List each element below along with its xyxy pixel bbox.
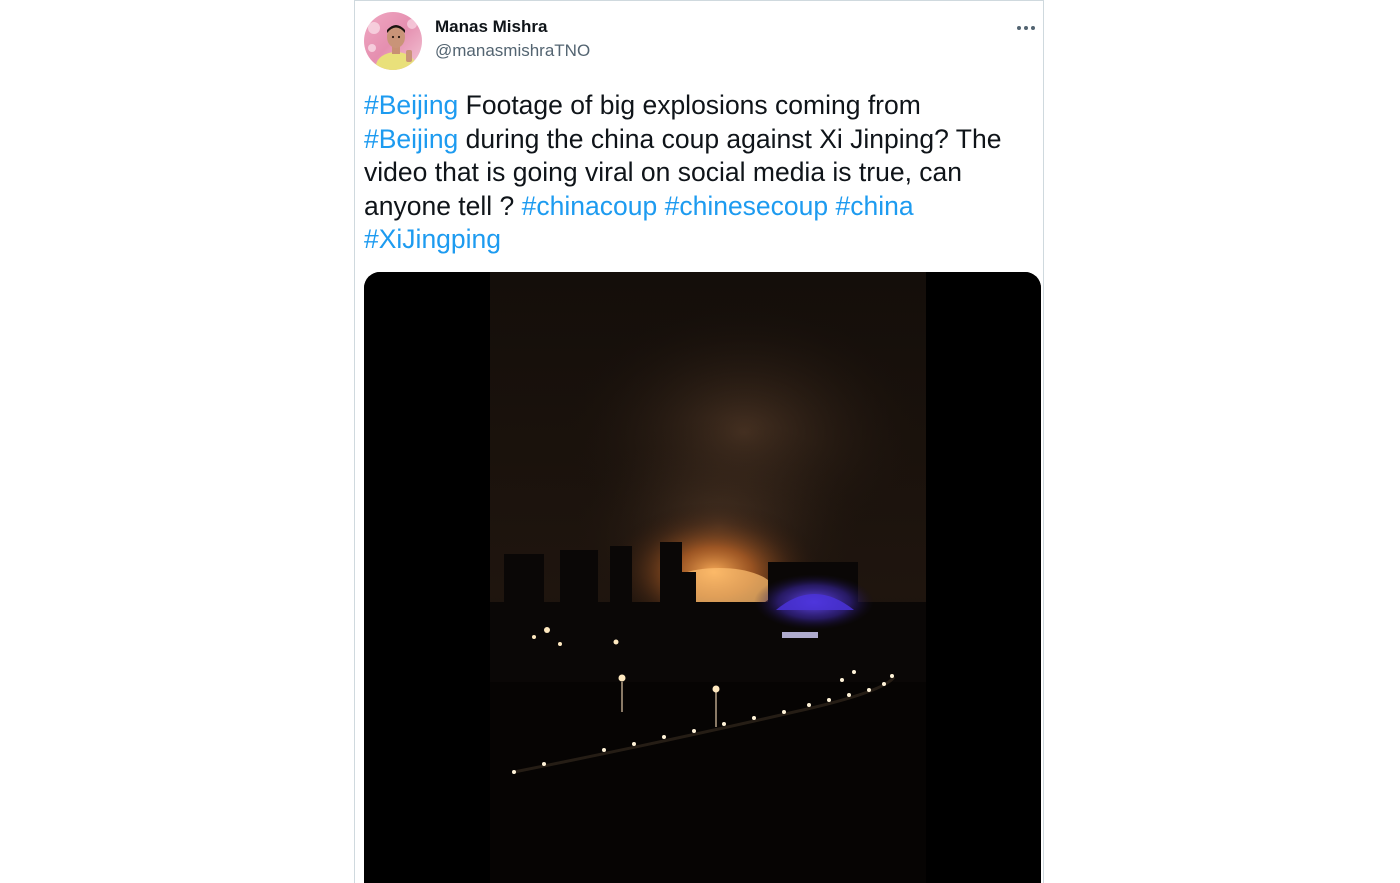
more-horizontal-icon bbox=[1017, 26, 1035, 30]
tweet-text-line: #Beijing Footage of big explosions comin… bbox=[364, 89, 1034, 123]
more-options-button[interactable] bbox=[1013, 15, 1039, 41]
tweet-text-line: anyone tell ? #chinacoup #chinesecoup #c… bbox=[364, 190, 1034, 224]
tweet-text-segment: during the china coup against Xi Jinping… bbox=[458, 123, 1002, 154]
tweet-text-segment: anyone tell ? bbox=[364, 190, 522, 221]
hashtag-link[interactable]: #china bbox=[836, 191, 914, 221]
hashtag-link[interactable]: #Beijing bbox=[364, 90, 458, 120]
avatar-image bbox=[364, 12, 422, 70]
tweet-card: Manas Mishra @manasmishraTNO #Beijing Fo… bbox=[354, 0, 1044, 883]
tweet-text-segment bbox=[657, 191, 664, 221]
tweet-text-segment bbox=[828, 191, 835, 221]
tweet-text: #Beijing Footage of big explosions comin… bbox=[364, 89, 1034, 257]
tweet-text-segment: Footage of big explosions coming from bbox=[458, 90, 921, 120]
tweet-text-segment: video that is going viral on social medi… bbox=[364, 157, 963, 187]
avatar[interactable] bbox=[364, 12, 422, 70]
tweet-text-line: #XiJingping bbox=[364, 223, 1034, 257]
hashtag-link[interactable]: #chinacoup bbox=[522, 191, 658, 221]
tweet-text-line: video that is going viral on social medi… bbox=[364, 156, 1034, 190]
author-handle[interactable]: @manasmishraTNO bbox=[435, 41, 590, 61]
hashtag-link[interactable]: #chinesecoup bbox=[665, 191, 829, 221]
author-name[interactable]: Manas Mishra bbox=[435, 17, 590, 37]
tweet-video[interactable] bbox=[364, 272, 1041, 883]
hashtag-link[interactable]: #Beijing bbox=[364, 124, 458, 154]
tweet-text-line: #Beijing during the china coup against X… bbox=[364, 123, 1034, 157]
hashtag-link[interactable]: #XiJingping bbox=[364, 224, 501, 254]
author-info: Manas Mishra @manasmishraTNO bbox=[435, 17, 590, 61]
video-frame bbox=[364, 272, 1041, 883]
